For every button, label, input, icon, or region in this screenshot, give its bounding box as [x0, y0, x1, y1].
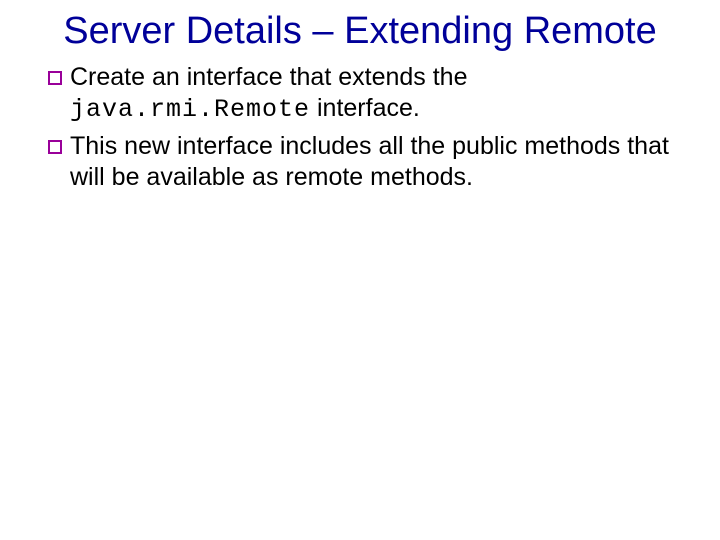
bullet-code-text: java.rmi.Remote [70, 95, 310, 124]
bullet-post-text: interface. [310, 94, 420, 122]
square-bullet-icon [48, 71, 62, 85]
bullet-item: This new interface includes all the publ… [48, 131, 680, 195]
bullet-pre-text: Create an interface that extends the [70, 63, 467, 91]
bullet-text: This new interface includes all the publ… [70, 131, 680, 195]
slide-container: Server Details – Extending Remote Create… [0, 0, 720, 540]
slide-title: Server Details – Extending Remote [40, 10, 680, 54]
bullet-text: Create an interface that extends the jav… [70, 62, 680, 126]
slide-content: Create an interface that extends the jav… [40, 62, 680, 195]
square-bullet-icon [48, 140, 62, 154]
bullet-item: Create an interface that extends the jav… [48, 62, 680, 126]
bullet-pre-text: This new interface includes all the publ… [70, 132, 669, 191]
